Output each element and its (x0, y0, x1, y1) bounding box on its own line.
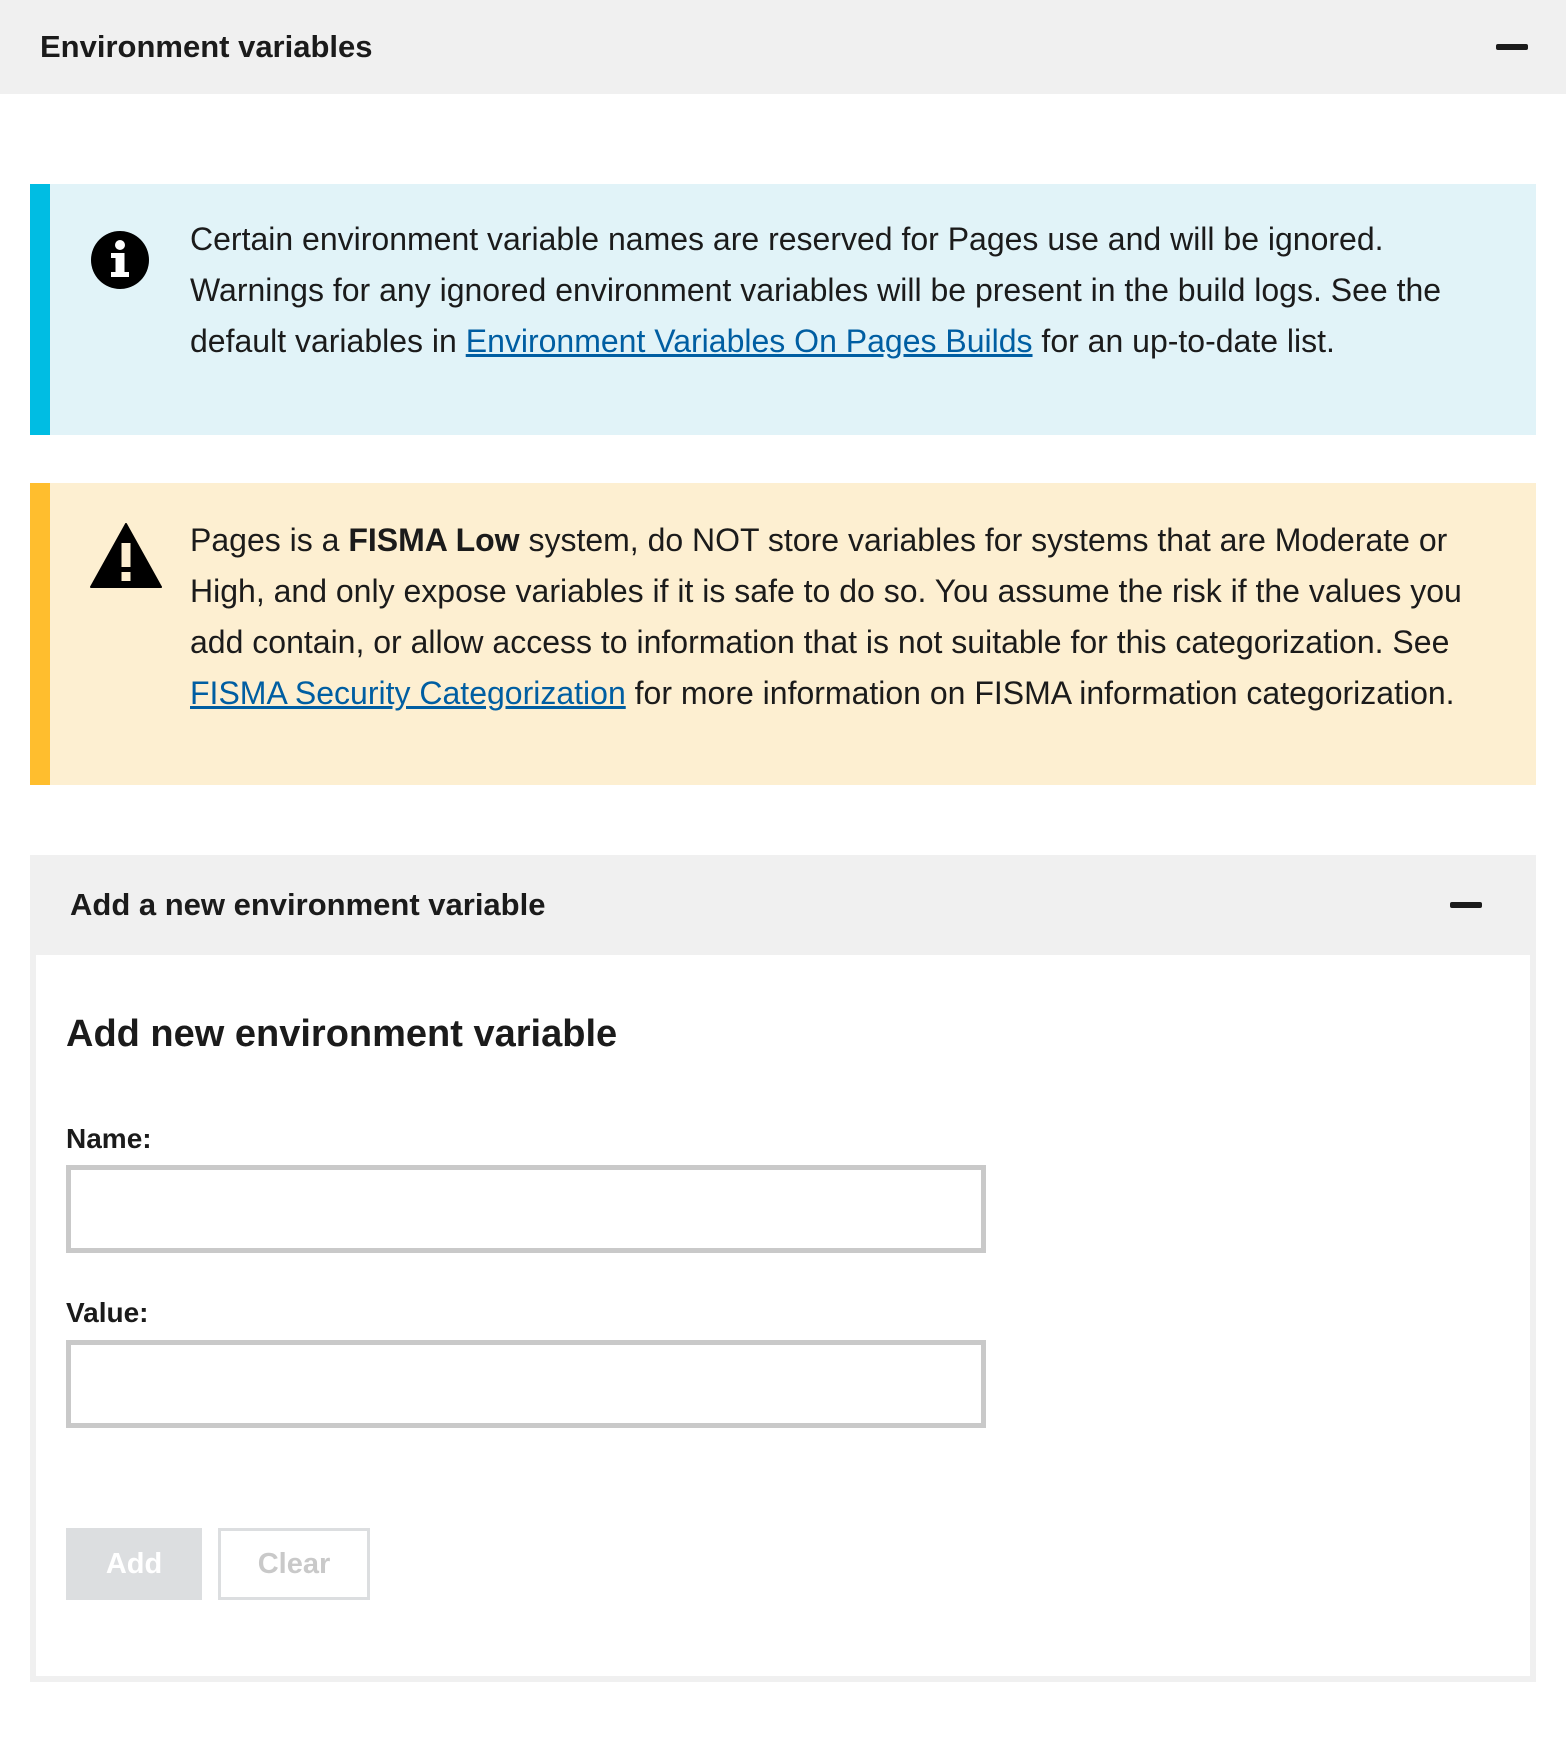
warning-text-after: for more information on FISMA informatio… (625, 675, 1455, 711)
info-alert-body: Certain environment variable names are r… (50, 184, 1536, 435)
name-input[interactable] (66, 1165, 986, 1253)
env-vars-title: Environment variables (40, 29, 373, 64)
warning-alert: Pages is a FISMA Low system, do NOT stor… (30, 483, 1536, 785)
value-input[interactable] (66, 1340, 986, 1428)
env-vars-accordion-header[interactable]: Environment variables (0, 0, 1566, 94)
add-env-var-title: Add a new environment variable (70, 887, 546, 922)
info-text-after: for an up-to-date list. (1032, 323, 1335, 359)
add-env-var-accordion: Add a new environment variable Add new e… (30, 855, 1536, 1682)
info-alert-text: Certain environment variable names are r… (190, 214, 1496, 367)
warning-alert-body: Pages is a FISMA Low system, do NOT stor… (50, 483, 1536, 785)
value-label: Value: (66, 1297, 149, 1328)
minus-icon[interactable] (1450, 902, 1482, 908)
warning-alert-bar (30, 483, 50, 785)
warning-alert-text: Pages is a FISMA Low system, do NOT stor… (190, 515, 1496, 719)
warning-text-bold: FISMA Low (348, 522, 520, 558)
warning-text-before: Pages is a (190, 522, 349, 558)
env-vars-docs-link[interactable]: Environment Variables On Pages Builds (466, 323, 1033, 359)
fisma-link[interactable]: FISMA Security Categorization (190, 675, 626, 711)
add-button[interactable]: Add (66, 1528, 202, 1600)
add-env-var-accordion-header[interactable]: Add a new environment variable (30, 855, 1536, 955)
info-icon (91, 231, 149, 289)
info-alert: Certain environment variable names are r… (30, 184, 1536, 435)
info-alert-bar (30, 184, 50, 435)
form-heading: Add new environment variable (66, 1013, 618, 1055)
warning-icon (90, 523, 162, 588)
clear-button[interactable]: Clear (218, 1528, 370, 1600)
minus-icon[interactable] (1496, 44, 1528, 50)
name-label: Name: (66, 1123, 152, 1154)
